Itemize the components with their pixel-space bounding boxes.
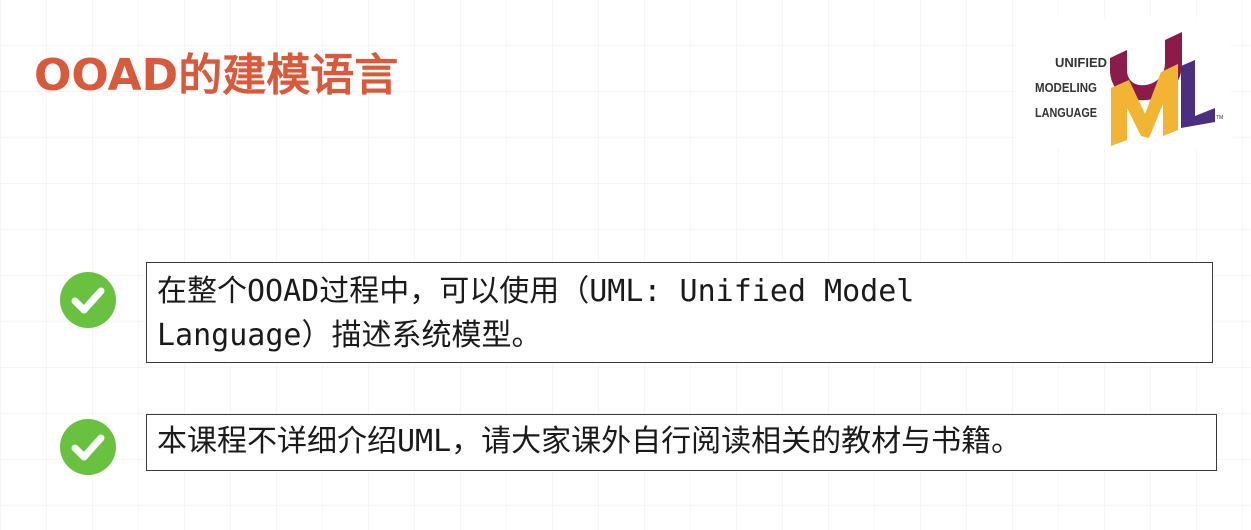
check-icon — [60, 272, 116, 328]
logo-line-language: LANGUAGE — [1035, 105, 1097, 120]
bullet-text-line: 在整个OOAD过程中，可以使用（UML: Unified Model — [157, 274, 915, 309]
bullet-text-box: 本课程不详细介绍UML，请大家课外自行阅读相关的教材与书籍。 — [146, 414, 1217, 471]
bullet-text-box: 在整个OOAD过程中，可以使用（UML: Unified Model Langua… — [146, 262, 1213, 363]
logo-line-unified: UNIFIED — [1055, 55, 1107, 70]
check-icon — [60, 419, 116, 475]
uml-logo: UNIFIED MODELING LANGUAGE TM — [1015, 18, 1230, 148]
bullet-text-line: 本课程不详细介绍UML，请大家课外自行阅读相关的教材与书籍。 — [157, 424, 1022, 459]
slide-title: OOAD的建模语言 — [34, 50, 399, 101]
logo-l-shape — [1181, 60, 1215, 128]
bullet-text-line: Language）描述系统模型。 — [157, 318, 542, 353]
logo-trademark: TM — [1216, 115, 1223, 121]
logo-line-modeling: MODELING — [1035, 80, 1097, 95]
